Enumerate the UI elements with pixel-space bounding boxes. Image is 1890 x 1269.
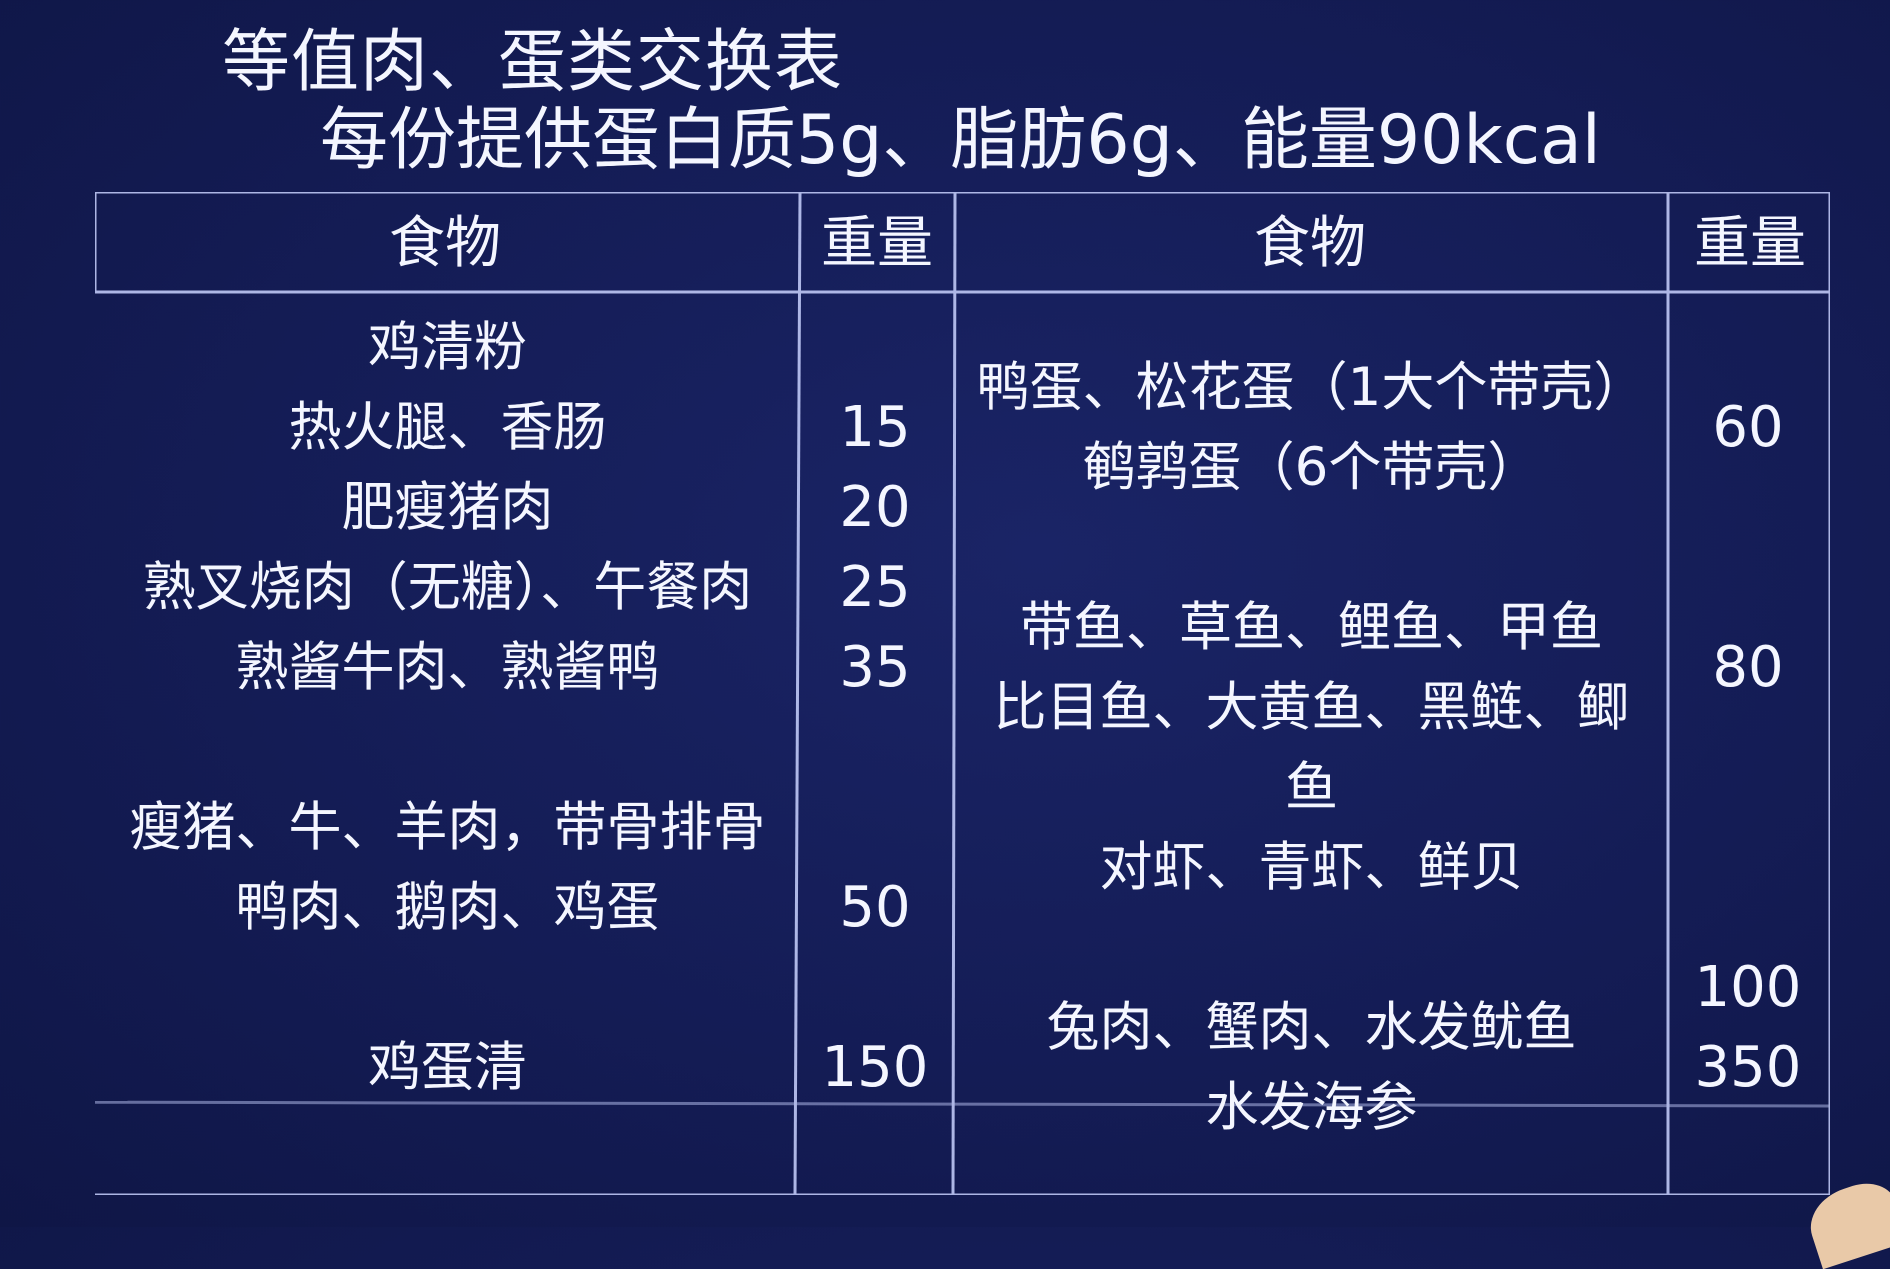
right-food-item: 鱼 — [1285, 757, 1338, 818]
left-weight-value: 50 — [839, 875, 911, 940]
right-food-item: 兔肉、蟹肉、水发鱿鱼 — [1046, 997, 1577, 1058]
left-food-item: 鸡蛋清 — [368, 1037, 527, 1098]
header-weight-left: 重量 — [821, 211, 933, 276]
left-weight-value: 35 — [839, 635, 911, 700]
left-weight-value: 15 — [839, 395, 911, 460]
right-food-item: 带鱼、草鱼、鲤鱼、甲鱼 — [1020, 597, 1603, 658]
right-weight-value: 60 — [1712, 395, 1784, 460]
right-food-item: 对虾、青虾、鲜贝 — [1099, 837, 1524, 898]
left-food-item: 鸡清粉 — [368, 317, 527, 378]
header-food-right: 食物 — [1254, 211, 1366, 276]
left-weight-value: 20 — [839, 475, 911, 540]
left-food-item: 鸭肉、鹅肉、鸡蛋 — [235, 877, 660, 938]
left-food-item: 熟叉烧肉（无糖）、午餐肉 — [142, 557, 753, 618]
slide-subtitle: 每份提供蛋白质5g、脂肪6g、能量90kcal — [320, 101, 1601, 180]
right-food-item: 鹌鹑蛋（6个带壳） — [1082, 437, 1541, 498]
left-food-item: 熟酱牛肉、熟酱鸭 — [235, 637, 660, 698]
header-food-left: 食物 — [389, 211, 501, 276]
right-weight-value: 80 — [1712, 635, 1784, 700]
right-food-item: 比目鱼、大黄鱼、黑鲢、鲫 — [993, 677, 1630, 738]
right-weight-value: 350 — [1694, 1035, 1802, 1100]
right-weight-value: 100 — [1694, 955, 1802, 1020]
header-weight-right: 重量 — [1694, 211, 1806, 276]
left-food-item: 热火腿、香肠 — [288, 397, 607, 458]
left-weight-value: 25 — [839, 555, 911, 620]
right-food-item: 鸭蛋、松花蛋（1大个带壳） — [976, 357, 1647, 418]
exchange-table: 食物 重量 食物 重量 鸡清粉 热火腿、香肠 肥瘦猪肉 熟叉烧肉（无糖）、午餐肉… — [95, 192, 1830, 1195]
right-food-item: 水发海参 — [1205, 1077, 1418, 1138]
left-weight-value: 150 — [821, 1035, 929, 1100]
left-food-item: 肥瘦猪肉 — [341, 477, 554, 538]
slide-title: 等值肉、蛋类交换表 — [222, 23, 844, 102]
left-food-item: 瘦猪、牛、羊肉，带骨排骨 — [129, 797, 766, 858]
